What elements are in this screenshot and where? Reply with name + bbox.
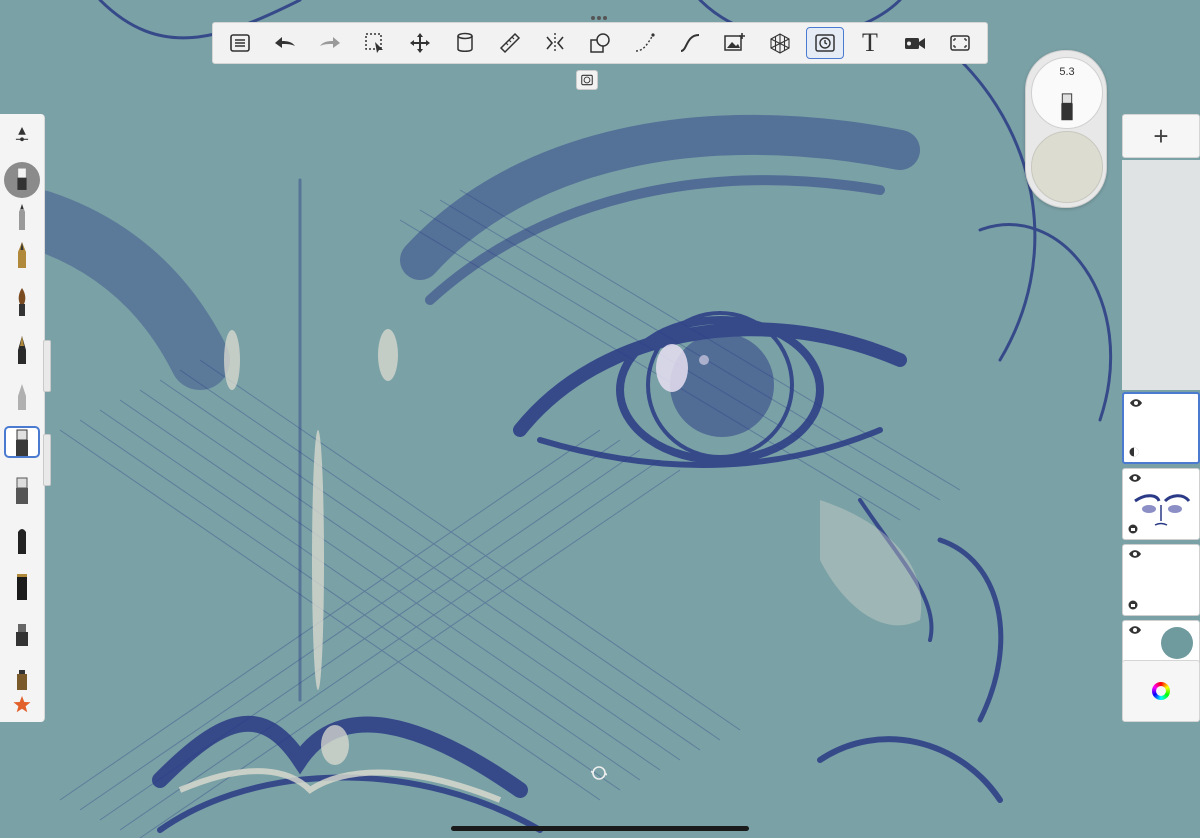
text-icon: T [862,28,878,57]
symmetry-button[interactable] [536,27,574,59]
image-add-icon [724,33,745,51]
color-editor-button[interactable] [1122,660,1200,722]
layer-editor: + [1122,114,1200,722]
favorites-button[interactable] [0,688,44,722]
current-brush-indicator[interactable] [4,162,40,198]
chisel-marker-icon [16,477,28,504]
palette-grip-bottom[interactable] [43,434,51,486]
transform-button[interactable] [401,27,439,59]
pencil-icon [19,204,25,230]
brush-paintbrush[interactable] [0,286,44,320]
redo-arrow-icon [320,37,340,48]
text-button[interactable]: T [851,27,889,59]
shapes-button[interactable] [581,27,619,59]
main-toolbar: T [212,22,988,64]
brush-pencil-fine[interactable] [0,200,44,234]
select-button[interactable] [356,27,394,59]
eye-icon[interactable] [1128,549,1142,559]
brush-hatching-selected[interactable] [0,426,44,460]
brush-size-puck[interactable]: 5.3 [1031,57,1103,129]
fill-bucket-icon [457,32,473,52]
timelapse-icon [815,34,835,52]
brush-pencil-grey[interactable] [0,380,44,414]
curve-icon [680,34,700,52]
fill-button[interactable] [446,27,484,59]
layer-strip-background [1122,160,1200,390]
perspective-button[interactable] [761,27,799,59]
record-button[interactable] [896,27,934,59]
brush-size-value: 5.3 [1059,66,1075,78]
layer-2[interactable] [1122,468,1200,540]
video-camera-icon [905,38,925,49]
perspective-grid-icon [770,33,790,54]
layer-3[interactable] [1122,544,1200,616]
home-indicator[interactable] [451,826,749,831]
marker-tip-icon [18,336,26,364]
brush-palette [0,114,51,722]
eye-icon[interactable] [1128,473,1142,483]
brush-puck[interactable]: 5.3 [1025,50,1107,208]
add-layer-button[interactable]: + [1122,114,1200,158]
brush-properties-icon [15,127,29,142]
stroke-curve-icon [635,33,655,52]
canvas-rotate-icon[interactable] [591,765,607,781]
brush-stamp[interactable] [0,616,44,650]
star-icon [13,696,31,713]
hatching-brush-icon [1061,93,1073,121]
hatching-brush-icon [16,429,28,456]
felt-marker-icon [18,529,26,554]
redo-button[interactable] [311,27,349,59]
timelapse-icon [581,74,593,86]
eye-icon[interactable] [1129,398,1143,408]
color-wheel-icon [1152,682,1170,700]
brush-marker-tip[interactable] [0,334,44,368]
ink-pen-icon [18,242,26,268]
menu-button[interactable] [221,27,259,59]
stroke-button[interactable] [626,27,664,59]
brush-chisel[interactable] [0,474,44,508]
fullscreen-button[interactable] [941,27,979,59]
bold-marker-icon [17,574,27,600]
brush-felt-marker[interactable] [0,524,44,558]
brush-ink-pen[interactable] [0,238,44,272]
eye-icon[interactable] [1128,625,1142,635]
paintbrush-icon [18,288,26,316]
layer-thumbnail-color [1161,627,1193,659]
shapes-icon [590,33,610,53]
hatching-brush-icon [17,168,27,190]
move-arrows-icon [410,33,430,53]
stamp-brush-icon [16,624,28,646]
brush-bold-marker[interactable] [0,570,44,604]
pencil-grey-icon [18,384,26,410]
symmetry-icon [546,33,564,53]
timelapse-options-button[interactable] [576,70,598,90]
brush-color-puck[interactable] [1031,131,1103,203]
ruler-icon [499,32,521,54]
undo-button[interactable] [266,27,304,59]
timelapse-button[interactable] [806,27,844,59]
list-icon [230,34,250,52]
blend-mode-icon [1129,447,1139,457]
brush-properties-button[interactable] [0,124,44,150]
lock-icon [1128,524,1138,534]
toolbar-grabber[interactable] [591,7,609,20]
ruler-button[interactable] [491,27,529,59]
layer-1[interactable] [1122,392,1200,464]
layer-4[interactable] [1122,620,1200,664]
drawing-canvas[interactable] [0,0,1200,838]
import-image-button[interactable] [716,27,754,59]
french-curve-button[interactable] [671,27,709,59]
palette-grip-top[interactable] [43,340,51,392]
lock-icon [1128,600,1138,610]
fullscreen-icon [950,35,970,51]
undo-arrow-icon [275,37,295,48]
selection-icon [365,33,383,53]
